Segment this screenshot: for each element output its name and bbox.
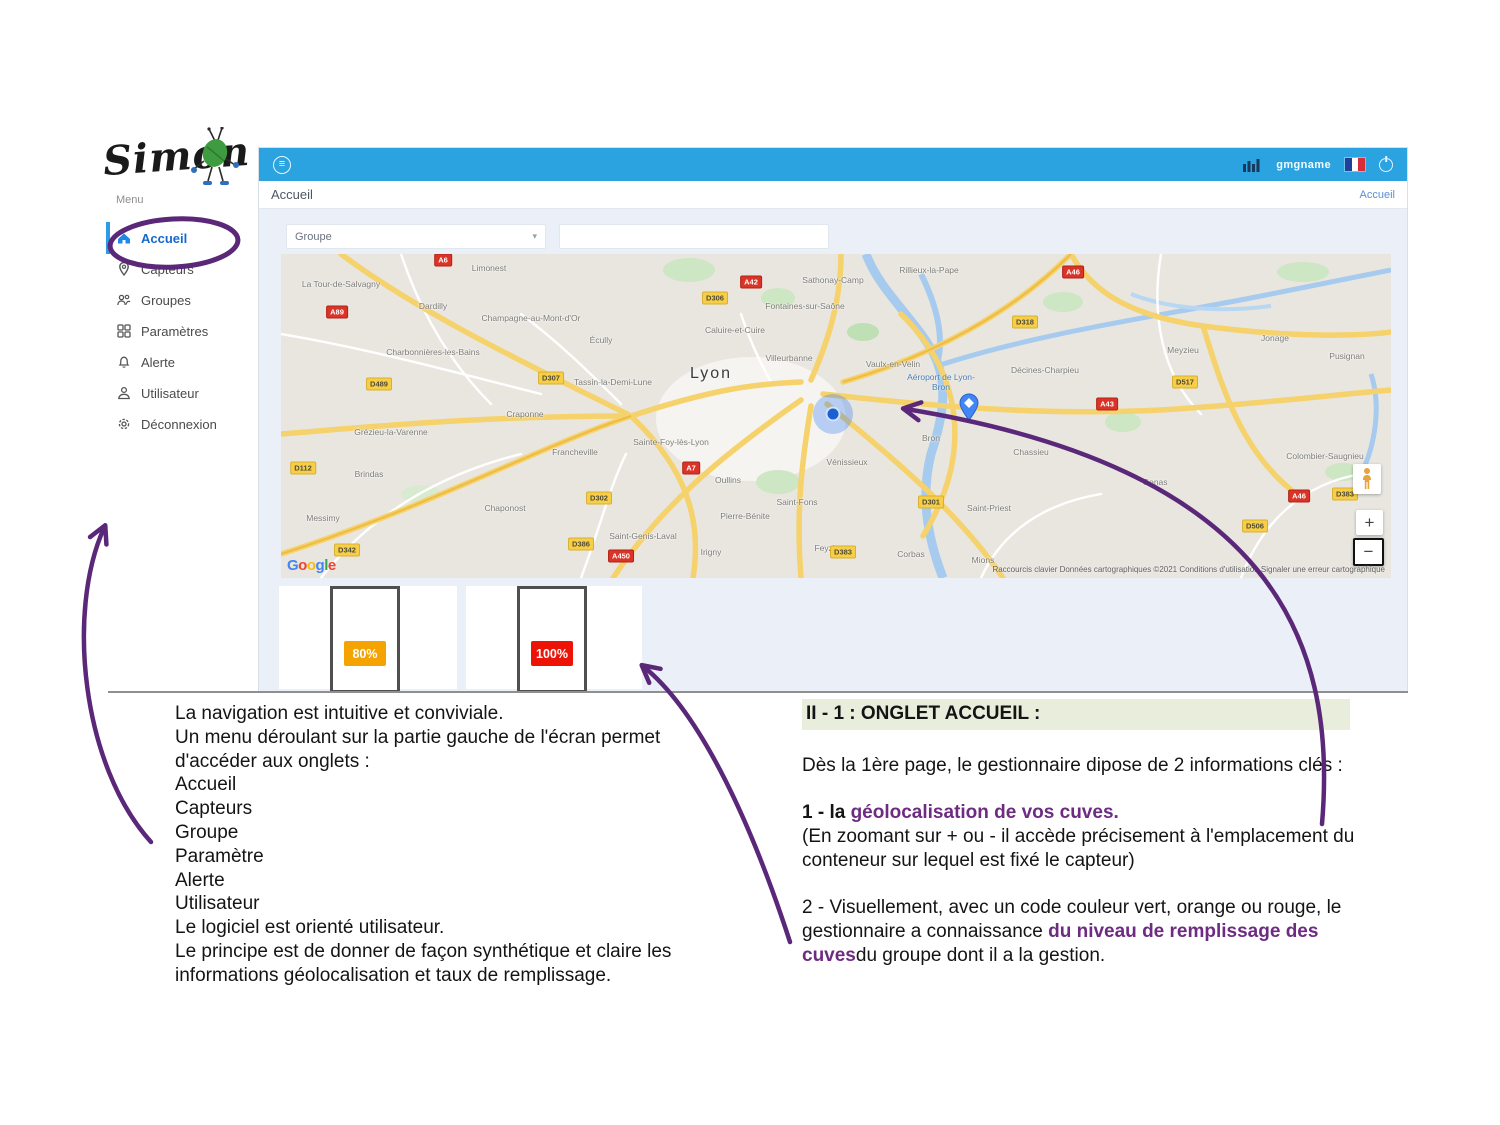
road-shield: D383: [830, 545, 856, 559]
search-input[interactable]: [559, 224, 829, 249]
sidebar-item-label: Alerte: [141, 354, 175, 370]
street-view-pegman[interactable]: [1353, 464, 1381, 494]
doc-line: Paramètre: [175, 845, 264, 867]
google-logo-letter: g: [315, 557, 325, 574]
doc-paragraph-1: Dès la 1ère page, le gestionnaire dipose…: [802, 755, 1343, 776]
tank-outline: 80%: [330, 586, 400, 693]
arrow-to-sidebar: [81, 523, 154, 845]
road-shield: D301: [918, 495, 944, 509]
topbar: ≡ gmgname: [259, 148, 1407, 181]
zoom-in-button[interactable]: +: [1356, 510, 1383, 535]
road-shield: D517: [1172, 375, 1198, 389]
road-shield: D489: [366, 377, 392, 391]
org-name: gmgname: [1276, 158, 1331, 171]
doc-line: Le logiciel est orienté utilisateur.: [175, 917, 445, 939]
app-logo: Simon: [102, 127, 253, 193]
sidebar-item-deconnexion[interactable]: Déconnexion: [108, 414, 258, 434]
sidebar-item-utilisateur[interactable]: Utilisateur: [108, 383, 258, 403]
tank-outline: 100%: [517, 586, 587, 693]
road-shield: D112: [290, 461, 316, 475]
doc-line: La navigation est intuitive et convivial…: [175, 703, 504, 724]
map-attribution: Raccourcis clavier Données cartographiqu…: [992, 565, 1385, 574]
menu-icon[interactable]: ≡: [273, 155, 291, 174]
doc-paragraph-3: (En zoomant sur + ou - il accède précise…: [802, 826, 1355, 871]
section-divider: [108, 691, 1408, 693]
breadcrumb-bar: Accueil Accueil: [259, 181, 1407, 209]
sidebar: Menu Accueil Capteurs Groupes Paramètres…: [106, 194, 258, 445]
page-title: Accueil: [271, 187, 313, 202]
doc-line: Capteurs: [175, 798, 253, 820]
power-icon[interactable]: [1379, 157, 1393, 172]
doc-left-text: La navigation est intuitive et convivial…: [175, 702, 755, 988]
group-select-value: Groupe: [295, 230, 332, 243]
sidebar-item-label: Capteurs: [141, 261, 194, 277]
doc-line: Un menu déroulant sur la partie gauche d…: [175, 726, 661, 748]
road-shield: D506: [1242, 519, 1268, 533]
google-logo-letter: G: [287, 557, 299, 574]
road-shield: D342: [334, 543, 360, 557]
organization-icon: [1243, 158, 1260, 172]
doc-right-text: II - 1 : ONGLET ACCUEIL : Dès la 1ère pa…: [802, 699, 1364, 991]
road-shield: D386: [568, 537, 594, 551]
sidebar-item-groupes[interactable]: Groupes: [108, 290, 258, 310]
doc-line: Le principe est de donner de façon synth…: [175, 940, 672, 962]
google-logo-letter: o: [306, 557, 316, 574]
fill-level-badge: 80%: [344, 641, 386, 666]
chevron-down-icon: ▾: [532, 231, 537, 241]
google-logo-letter: o: [298, 557, 307, 574]
road-shield: D307: [538, 371, 564, 385]
home-icon: [118, 233, 130, 244]
road-shield: D318: [1012, 315, 1038, 329]
sidebar-item-accueil[interactable]: Accueil: [106, 222, 258, 254]
geolocation-marker[interactable]: [813, 394, 853, 434]
map-label-lyon: Lyon: [689, 365, 733, 382]
breadcrumb-link[interactable]: Accueil: [1360, 189, 1395, 201]
sidebar-item-alerte[interactable]: Alerte: [108, 352, 258, 372]
tank-card-red[interactable]: 100%: [466, 586, 642, 693]
people-icon: [117, 294, 131, 306]
settings-grid-icon: [117, 324, 131, 338]
user-icon: [118, 386, 130, 400]
pegman-icon: [1363, 468, 1371, 489]
road-shield: D306: [702, 291, 728, 305]
zoom-out-button[interactable]: −: [1353, 538, 1384, 566]
sidebar-menu-label: Menu: [116, 194, 144, 206]
bell-icon: [118, 356, 130, 368]
road-shield: D302: [586, 491, 612, 505]
google-logo-letter: e: [327, 557, 336, 574]
doc-line: Alerte: [175, 869, 225, 891]
sidebar-item-label: Utilisateur: [141, 385, 199, 401]
tank-card-orange[interactable]: 80%: [279, 586, 457, 693]
sidebar-item-parametres[interactable]: Paramètres: [108, 321, 258, 341]
map-label-airport: Aéroport de Lyon-Bron: [907, 371, 975, 392]
french-flag-icon[interactable]: [1345, 158, 1366, 171]
group-select[interactable]: Groupe ▾: [286, 224, 546, 249]
doc-line: informations géolocalisation et taux de …: [175, 964, 612, 986]
sidebar-item-label: Accueil: [141, 230, 188, 246]
gear-icon: [118, 418, 130, 430]
sidebar-item-label: Déconnexion: [141, 416, 217, 432]
doc-line: d'accéder aux onglets :: [175, 750, 370, 772]
doc-paragraph-4: 2 - Visuellement, avec un code couleur v…: [802, 897, 1342, 966]
mascot-icon: [191, 127, 239, 185]
map-pin-marker[interactable]: [959, 393, 979, 421]
map-pin-icon: [119, 261, 129, 277]
doc-line: Accueil: [175, 774, 237, 796]
doc-paragraph-2: 1 - la géolocalisation de vos cuves.: [802, 802, 1119, 823]
app-panel: ≡ gmgname Accueil Accueil Groupe ▾ La To…: [258, 147, 1408, 693]
doc-line: Groupe: [175, 821, 239, 843]
map[interactable]: La Tour-de-Salvagny Dardilly Limonest Champ…: [281, 254, 1391, 578]
sidebar-item-label: Groupes: [141, 292, 191, 308]
sidebar-item-label: Paramètres: [141, 323, 209, 339]
sidebar-item-capteurs[interactable]: Capteurs: [108, 259, 258, 279]
doc-line: Utilisateur: [175, 893, 260, 915]
fill-level-badge: 100%: [531, 641, 573, 666]
page: Simon Menu Accueil Capteurs Groupes Para…: [0, 0, 1500, 1125]
google-logo: Google: [287, 557, 336, 574]
doc-heading: II - 1 : ONGLET ACCUEIL :: [802, 699, 1350, 730]
